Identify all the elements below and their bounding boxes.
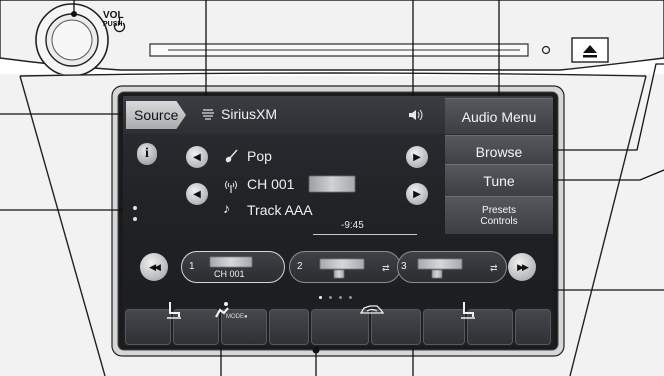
rewind-icon: ◀◀ (149, 261, 161, 272)
airflow-mode-icon (215, 302, 229, 318)
shuffle-icon: ⇄ (490, 263, 498, 273)
channel-next-button[interactable]: ▶ (406, 183, 428, 205)
airflow-mode-button[interactable]: MODE● (215, 302, 267, 345)
track-label: Track AAA (247, 202, 313, 218)
volume-knob-label: VOL PUSH (103, 11, 124, 29)
seat-heater-icon (167, 302, 181, 319)
genre-label: Pop (247, 148, 272, 164)
antenna-signal-icon (225, 180, 237, 193)
page-indicator-dot (349, 296, 352, 299)
vol-label: VOL (103, 10, 124, 21)
presets-label-line2: Controls (480, 215, 518, 227)
chevron-right-icon: ▶ (413, 151, 421, 163)
siriusxm-logo-icon (202, 109, 214, 120)
preset-button[interactable]: 3 ⇄ (397, 251, 507, 283)
climate-button[interactable] (515, 309, 551, 345)
page-indicator-dot-active (319, 296, 322, 299)
channel-name-blurred (309, 176, 355, 192)
preset-name-blurred (320, 259, 364, 269)
time-remaining: -9:45 (341, 220, 364, 231)
source-button[interactable]: Source (126, 101, 186, 129)
climate-button[interactable] (269, 309, 309, 345)
presets-controls-button[interactable]: Presets Controls (445, 196, 553, 234)
tune-button[interactable]: Tune (445, 164, 553, 196)
recirculation-button[interactable] (359, 305, 421, 345)
preset-button[interactable]: 2 ⇄ (289, 251, 401, 283)
audio-screen: Source SiriusXM Audio Menu Browse Tune P… (123, 96, 553, 346)
car-recirculation-icon (359, 305, 385, 314)
presets-dot (133, 206, 137, 210)
shuffle-icon: ⇄ (382, 263, 390, 273)
volume-knob[interactable] (36, 4, 108, 76)
progress-bar (313, 234, 417, 235)
seat-heater-icon (461, 302, 475, 319)
music-note-icon: ♪ (223, 200, 230, 216)
climate-control-strip: MODE● (123, 302, 553, 346)
genre-prev-button[interactable]: ◀ (186, 146, 208, 168)
chevron-left-icon: ◀ (193, 151, 201, 163)
preset-number: 2 (297, 261, 303, 272)
preset-number: 1 (189, 261, 195, 272)
preset-button[interactable]: 1 CH 001 (181, 251, 285, 283)
rewind-button[interactable]: ◀◀ (140, 253, 168, 281)
channel-prev-button[interactable]: ◀ (186, 183, 208, 205)
preset-name-blurred (432, 270, 442, 278)
chevron-right-icon: ▶ (413, 188, 421, 200)
fast-forward-button[interactable]: ▶▶ (508, 253, 536, 281)
fast-forward-icon: ▶▶ (517, 261, 529, 272)
presets-dot (133, 217, 137, 221)
browse-button[interactable]: Browse (445, 135, 553, 167)
chevron-left-icon: ◀ (193, 188, 201, 200)
preset-name-blurred (210, 257, 252, 267)
channel-label: CH 001 (247, 176, 295, 192)
page-indicator-dot (329, 296, 332, 299)
eject-button[interactable] (572, 38, 608, 62)
presets-label-line1: Presets (482, 204, 516, 216)
preset-number: 3 (401, 261, 407, 272)
passenger-seat-heat-button[interactable] (461, 302, 513, 345)
preset-name-blurred (334, 270, 344, 278)
guitar-icon (225, 149, 238, 163)
speaker-volume-icon (409, 109, 423, 121)
preset-channel-label: CH 001 (214, 269, 245, 279)
info-button[interactable]: i (137, 143, 157, 165)
source-name: SiriusXM (221, 106, 278, 122)
page-indicator-dot (339, 296, 342, 299)
preset-name-blurred (418, 259, 462, 269)
audio-menu-button[interactable]: Audio Menu (445, 98, 553, 134)
genre-next-button[interactable]: ▶ (406, 146, 428, 168)
